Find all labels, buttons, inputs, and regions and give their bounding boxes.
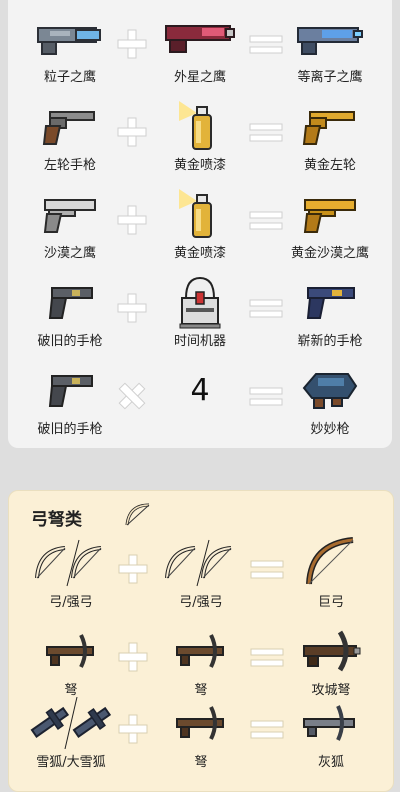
result-label: 崭新的手枪 (297, 334, 363, 349)
ingredient-label: 弩 (194, 755, 208, 770)
ingredient-label: 沙漠之鹰 (43, 246, 96, 261)
recipe-row: 弓/强弓 弓/强弓 巨弓 (9, 535, 393, 627)
recipe-result[interactable]: 等离子之鹰 (270, 10, 390, 86)
recipe-row: 破旧的手枪 4 妙妙枪 (8, 362, 392, 454)
ingredient-label: 弓/强弓 (49, 595, 93, 610)
recipe-result[interactable]: 黄金左轮 (270, 98, 390, 174)
recipe-result[interactable]: 崭新的手枪 (270, 274, 390, 350)
recipe-ingredient-b[interactable]: 黄金喷漆 (140, 186, 260, 262)
gun-recipes-panel: 粒子之鹰 外星之鹰 等离子之鹰 左轮手枪 黄金喷漆 黄金左轮 沙漠之鹰 黄金喷漆… (8, 0, 392, 448)
result-label: 黄金沙漠之鹰 (290, 246, 369, 261)
recipe-ingredient-b[interactable]: 弩 (141, 695, 261, 771)
old-pistol-icon (10, 362, 130, 418)
ingredient-label: 雪狐/大雪狐 (36, 755, 106, 770)
bow-recipes-panel: 弓弩类 弓/强弓 弓/强弓 巨弓 弩 弩 攻城弩 雪狐/大雪狐 弩 灰狐 (8, 490, 394, 792)
recipe-result[interactable]: 攻城弩 (271, 623, 391, 699)
magic-gun-icon (270, 362, 390, 418)
giant-bow-icon (271, 535, 391, 591)
recipe-ingredient-b[interactable]: 弩 (141, 623, 261, 699)
recipe-row: 粒子之鹰 外星之鹰 等离子之鹰 (8, 10, 392, 102)
siege-crossbow-icon (271, 623, 391, 679)
recipe-ingredient-a[interactable]: 破旧的手枪 (10, 274, 130, 350)
result-label: 黄金左轮 (303, 158, 356, 173)
recipe-ingredient-a[interactable]: 雪狐/大雪狐 (11, 695, 131, 771)
recipe-ingredient-a[interactable]: 弓/强弓 (11, 535, 131, 611)
result-label: 等离子之鹰 (297, 70, 363, 85)
desert-eagle-icon (10, 186, 130, 242)
quantity-number: 4 (190, 372, 210, 408)
recipe-row: 破旧的手枪 时间机器 崭新的手枪 (8, 274, 392, 366)
time-machine-icon (140, 274, 260, 330)
ingredient-label: 弓/强弓 (179, 595, 223, 610)
ingredient-label: 黄金喷漆 (173, 158, 226, 173)
gold-spray-paint-icon (140, 186, 260, 242)
crossbow-icon (11, 623, 131, 679)
plasma-eagle-gun-icon (270, 10, 390, 66)
category-title: 弓弩类 (31, 510, 82, 530)
gold-spray-paint-icon (140, 98, 260, 154)
recipe-ingredient-b[interactable]: 外星之鹰 (140, 10, 260, 86)
snow-fox-pair-icon (11, 695, 131, 751)
recipe-result[interactable]: 巨弓 (271, 535, 391, 611)
crossbow-icon (141, 695, 261, 751)
result-label: 巨弓 (317, 595, 344, 610)
bow-icon (123, 501, 153, 533)
crossbow-icon (141, 623, 261, 679)
golden-desert-eagle-icon (270, 186, 390, 242)
bow-pair-icon (141, 535, 261, 591)
ingredient-label: 破旧的手枪 (37, 422, 103, 437)
recipe-ingredient-b[interactable]: 黄金喷漆 (140, 98, 260, 174)
recipe-result[interactable]: 灰狐 (271, 695, 391, 771)
recipe-ingredient-a[interactable]: 破旧的手枪 (10, 362, 130, 438)
alien-eagle-gun-icon (140, 10, 260, 66)
revolver-icon (10, 98, 130, 154)
result-label: 妙妙枪 (310, 422, 350, 437)
recipe-quantity: 4 (140, 362, 260, 418)
recipe-result[interactable]: 妙妙枪 (270, 362, 390, 438)
ingredient-label: 破旧的手枪 (37, 334, 103, 349)
result-label: 灰狐 (317, 755, 344, 770)
new-pistol-icon (270, 274, 390, 330)
golden-revolver-icon (270, 98, 390, 154)
recipe-ingredient-a[interactable]: 左轮手枪 (10, 98, 130, 174)
ingredient-label: 黄金喷漆 (173, 246, 226, 261)
ingredient-label: 粒子之鹰 (43, 70, 96, 85)
ingredient-label: 左轮手枪 (43, 158, 96, 173)
recipe-result[interactable]: 黄金沙漠之鹰 (270, 186, 390, 262)
recipe-ingredient-b[interactable]: 时间机器 (140, 274, 260, 350)
bow-pair-icon (11, 535, 131, 591)
ingredient-label: 时间机器 (173, 334, 226, 349)
old-pistol-icon (10, 274, 130, 330)
particle-eagle-gun-icon (10, 10, 130, 66)
recipe-ingredient-b[interactable]: 弓/强弓 (141, 535, 261, 611)
recipe-ingredient-a[interactable]: 沙漠之鹰 (10, 186, 130, 262)
recipe-row: 左轮手枪 黄金喷漆 黄金左轮 (8, 98, 392, 190)
recipe-ingredient-a[interactable]: 弩 (11, 623, 131, 699)
ingredient-label: 外星之鹰 (173, 70, 226, 85)
recipe-row: 沙漠之鹰 黄金喷漆 黄金沙漠之鹰 (8, 186, 392, 278)
recipe-ingredient-a[interactable]: 粒子之鹰 (10, 10, 130, 86)
recipe-row: 雪狐/大雪狐 弩 灰狐 (9, 695, 393, 787)
grey-fox-crossbow-icon (271, 695, 391, 751)
